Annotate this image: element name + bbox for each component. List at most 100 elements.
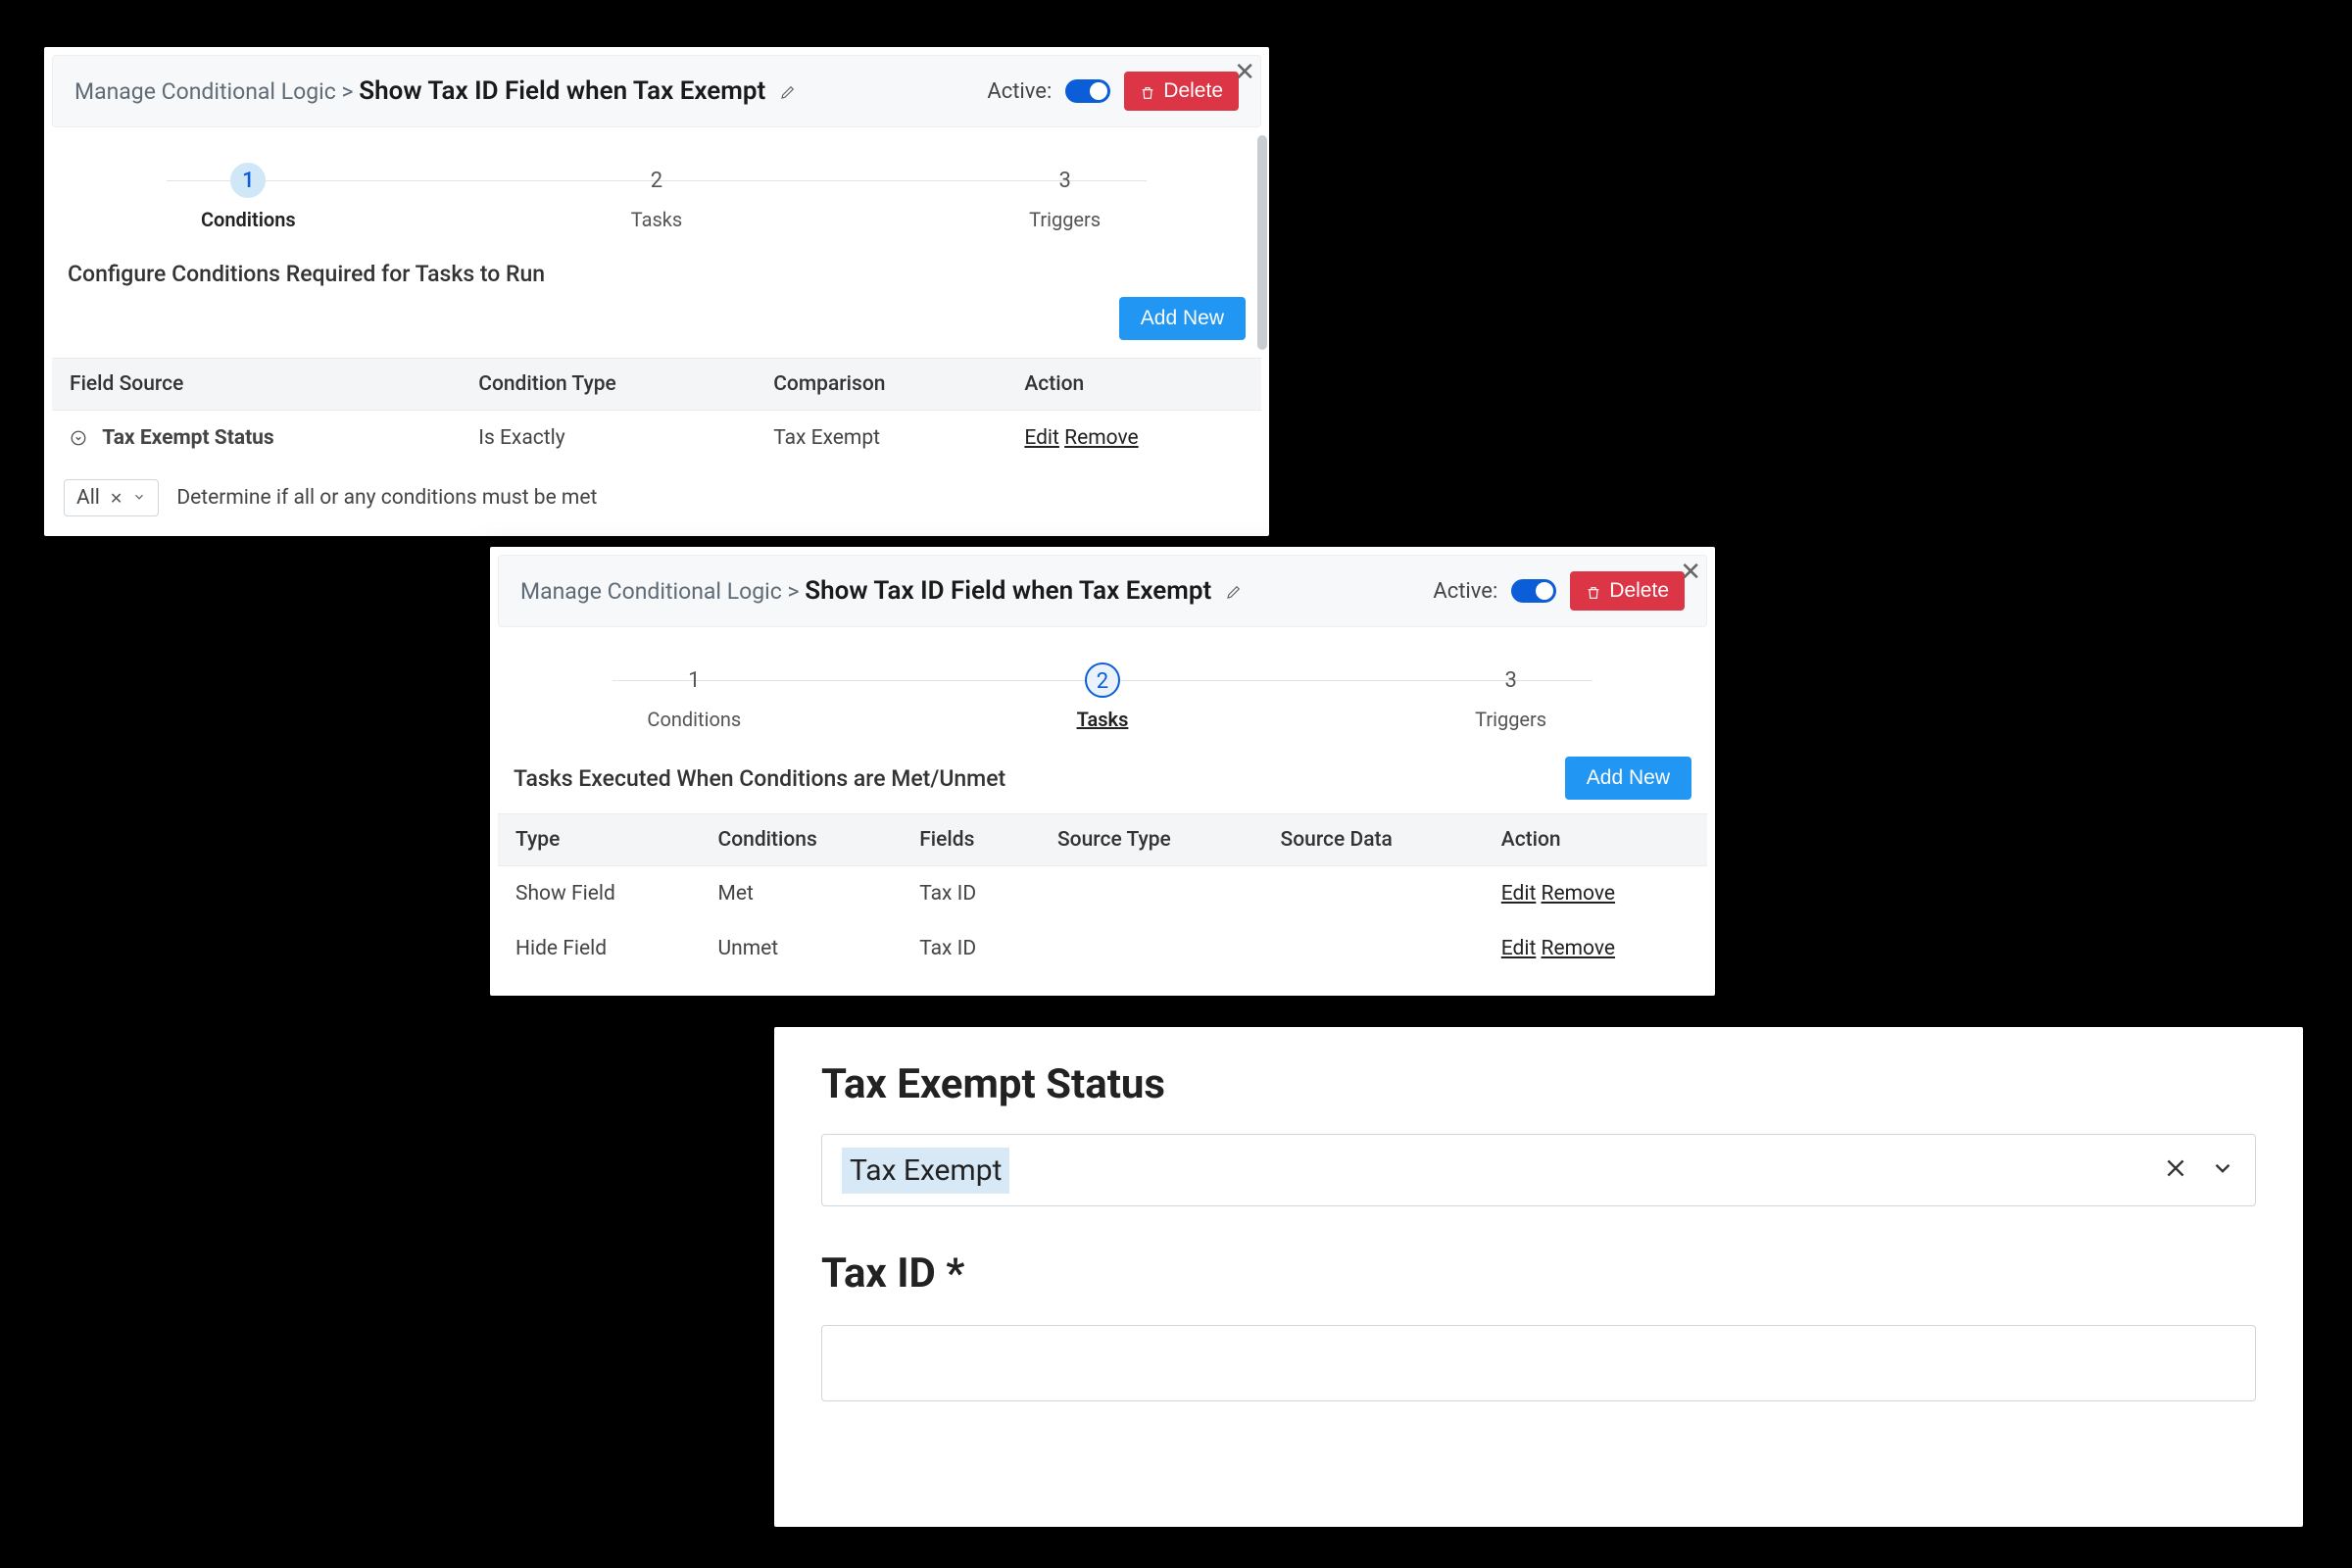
trash-icon	[1140, 83, 1155, 99]
active-label: Active:	[1433, 579, 1497, 604]
cell-type: Hide Field	[498, 921, 701, 976]
col-field-source: Field Source	[52, 359, 461, 411]
select-value: Tax Exempt	[842, 1148, 1009, 1194]
edit-link[interactable]: Edit	[1501, 937, 1537, 960]
conditions-section-title: Configure Conditions Required for Tasks …	[44, 241, 1269, 297]
col-type: Type	[498, 814, 701, 866]
close-icon[interactable]: ✕	[1680, 557, 1701, 587]
cell-fields: Tax ID	[902, 921, 1040, 976]
rule-header-bar: Manage Conditional Logic > Show Tax ID F…	[52, 55, 1261, 127]
cell-type: Show Field	[498, 866, 701, 922]
chevron-down-icon[interactable]	[2210, 1155, 2235, 1185]
cell-fields: Tax ID	[902, 866, 1040, 922]
active-toggle[interactable]	[1511, 579, 1556, 603]
edit-title-icon[interactable]	[779, 80, 797, 98]
step-2-number: 2	[1085, 662, 1120, 698]
table-row: Hide Field Unmet Tax ID Edit Remove	[498, 921, 1707, 976]
col-source-type: Source Type	[1040, 814, 1263, 866]
tax-id-input[interactable]	[821, 1325, 2256, 1401]
table-row: Tax Exempt Status Is Exactly Tax Exempt …	[52, 411, 1261, 466]
rule-title: Show Tax ID Field when Tax Exempt	[359, 76, 765, 106]
step-3-label: Triggers	[1308, 708, 1713, 731]
step-2-number: 2	[639, 163, 674, 198]
col-fields: Fields	[902, 814, 1040, 866]
chevron-down-icon[interactable]	[132, 486, 146, 510]
step-3-number: 3	[1494, 662, 1529, 698]
step-1-label: Conditions	[46, 208, 451, 231]
step-3-label: Triggers	[862, 208, 1267, 231]
cell-conditions: Unmet	[701, 921, 903, 976]
step-3-number: 3	[1048, 163, 1083, 198]
remove-link[interactable]: Remove	[1064, 426, 1139, 450]
breadcrumb: Manage Conditional Logic > Show Tax ID F…	[520, 576, 1243, 606]
table-header-row: Type Conditions Fields Source Type Sourc…	[498, 814, 1707, 866]
edit-link[interactable]: Edit	[1024, 426, 1059, 450]
step-1-number: 1	[676, 662, 711, 698]
cell-condition-type: Is Exactly	[461, 411, 756, 466]
edit-title-icon[interactable]	[1225, 580, 1243, 598]
step-triggers[interactable]: 3 Triggers	[1308, 662, 1713, 731]
conditions-table: Field Source Condition Type Comparison A…	[52, 358, 1261, 466]
cell-source-type	[1040, 866, 1263, 922]
col-action: Action	[1006, 359, 1261, 411]
cell-source-data	[1263, 921, 1484, 976]
cell-source-type	[1040, 921, 1263, 976]
tax-exempt-status-select[interactable]: Tax Exempt	[821, 1134, 2256, 1206]
col-source-data: Source Data	[1263, 814, 1484, 866]
delete-label: Delete	[1609, 579, 1669, 603]
tasks-panel: ✕ Manage Conditional Logic > Show Tax ID…	[490, 547, 1715, 996]
breadcrumb-sep: >	[342, 78, 354, 105]
step-tasks[interactable]: 2 Tasks	[455, 163, 859, 231]
edit-link[interactable]: Edit	[1501, 882, 1537, 906]
rule-header-bar: Manage Conditional Logic > Show Tax ID F…	[498, 555, 1707, 627]
form-preview-panel: Tax Exempt Status Tax Exempt Tax ID *	[774, 1027, 2303, 1527]
clear-icon[interactable]: ✕	[110, 489, 122, 508]
col-condition-type: Condition Type	[461, 359, 756, 411]
rule-title: Show Tax ID Field when Tax Exempt	[805, 576, 1211, 606]
delete-button[interactable]: Delete	[1570, 571, 1685, 611]
step-2-label: Tasks	[455, 208, 859, 231]
col-conditions: Conditions	[701, 814, 903, 866]
table-header-row: Field Source Condition Type Comparison A…	[52, 359, 1261, 411]
field-label-tax-exempt-status: Tax Exempt Status	[821, 1060, 2256, 1108]
delete-label: Delete	[1163, 79, 1223, 103]
match-mode-footer: All ✕ Determine if all or any conditions…	[44, 466, 1269, 536]
field-label-tax-id: Tax ID *	[821, 1250, 2256, 1298]
col-action: Action	[1484, 814, 1707, 866]
step-tasks[interactable]: 2 Tasks	[901, 662, 1305, 731]
close-icon[interactable]: ✕	[1234, 57, 1255, 87]
conditions-panel: ✕ Manage Conditional Logic > Show Tax ID…	[44, 47, 1269, 536]
step-conditions[interactable]: 1 Conditions	[492, 662, 897, 731]
wizard-stepper: 1 Conditions 2 Tasks 3 Triggers	[490, 635, 1715, 741]
cell-comparison: Tax Exempt	[756, 411, 1006, 466]
step-conditions[interactable]: 1 Conditions	[46, 163, 451, 231]
breadcrumb-sep: >	[788, 578, 800, 605]
active-label: Active:	[987, 79, 1052, 104]
breadcrumb-root[interactable]: Manage Conditional Logic	[520, 578, 782, 605]
clear-icon[interactable]	[2163, 1155, 2188, 1185]
step-triggers[interactable]: 3 Triggers	[862, 163, 1267, 231]
add-new-condition-button[interactable]: Add New	[1119, 297, 1246, 340]
delete-button[interactable]: Delete	[1124, 72, 1239, 111]
remove-link[interactable]: Remove	[1542, 882, 1616, 906]
remove-link[interactable]: Remove	[1542, 937, 1616, 960]
match-mode-help: Determine if all or any conditions must …	[176, 486, 597, 510]
col-comparison: Comparison	[756, 359, 1006, 411]
step-1-number: 1	[230, 163, 266, 198]
step-2-label: Tasks	[901, 708, 1305, 731]
trash-icon	[1586, 583, 1601, 599]
breadcrumb-root[interactable]: Manage Conditional Logic	[74, 78, 336, 105]
cell-source-data	[1263, 866, 1484, 922]
table-row: Show Field Met Tax ID Edit Remove	[498, 866, 1707, 922]
add-new-task-button[interactable]: Add New	[1565, 757, 1691, 800]
tasks-table: Type Conditions Fields Source Type Sourc…	[498, 813, 1707, 976]
active-toggle[interactable]	[1065, 79, 1110, 103]
cell-field-source: Tax Exempt Status	[102, 426, 274, 450]
step-1-label: Conditions	[492, 708, 897, 731]
cell-conditions: Met	[701, 866, 903, 922]
wizard-stepper: 1 Conditions 2 Tasks 3 Triggers	[44, 135, 1269, 241]
breadcrumb: Manage Conditional Logic > Show Tax ID F…	[74, 76, 797, 106]
match-mode-value: All	[76, 486, 100, 510]
expand-row-icon[interactable]	[70, 429, 87, 447]
match-mode-select[interactable]: All ✕	[64, 479, 159, 516]
